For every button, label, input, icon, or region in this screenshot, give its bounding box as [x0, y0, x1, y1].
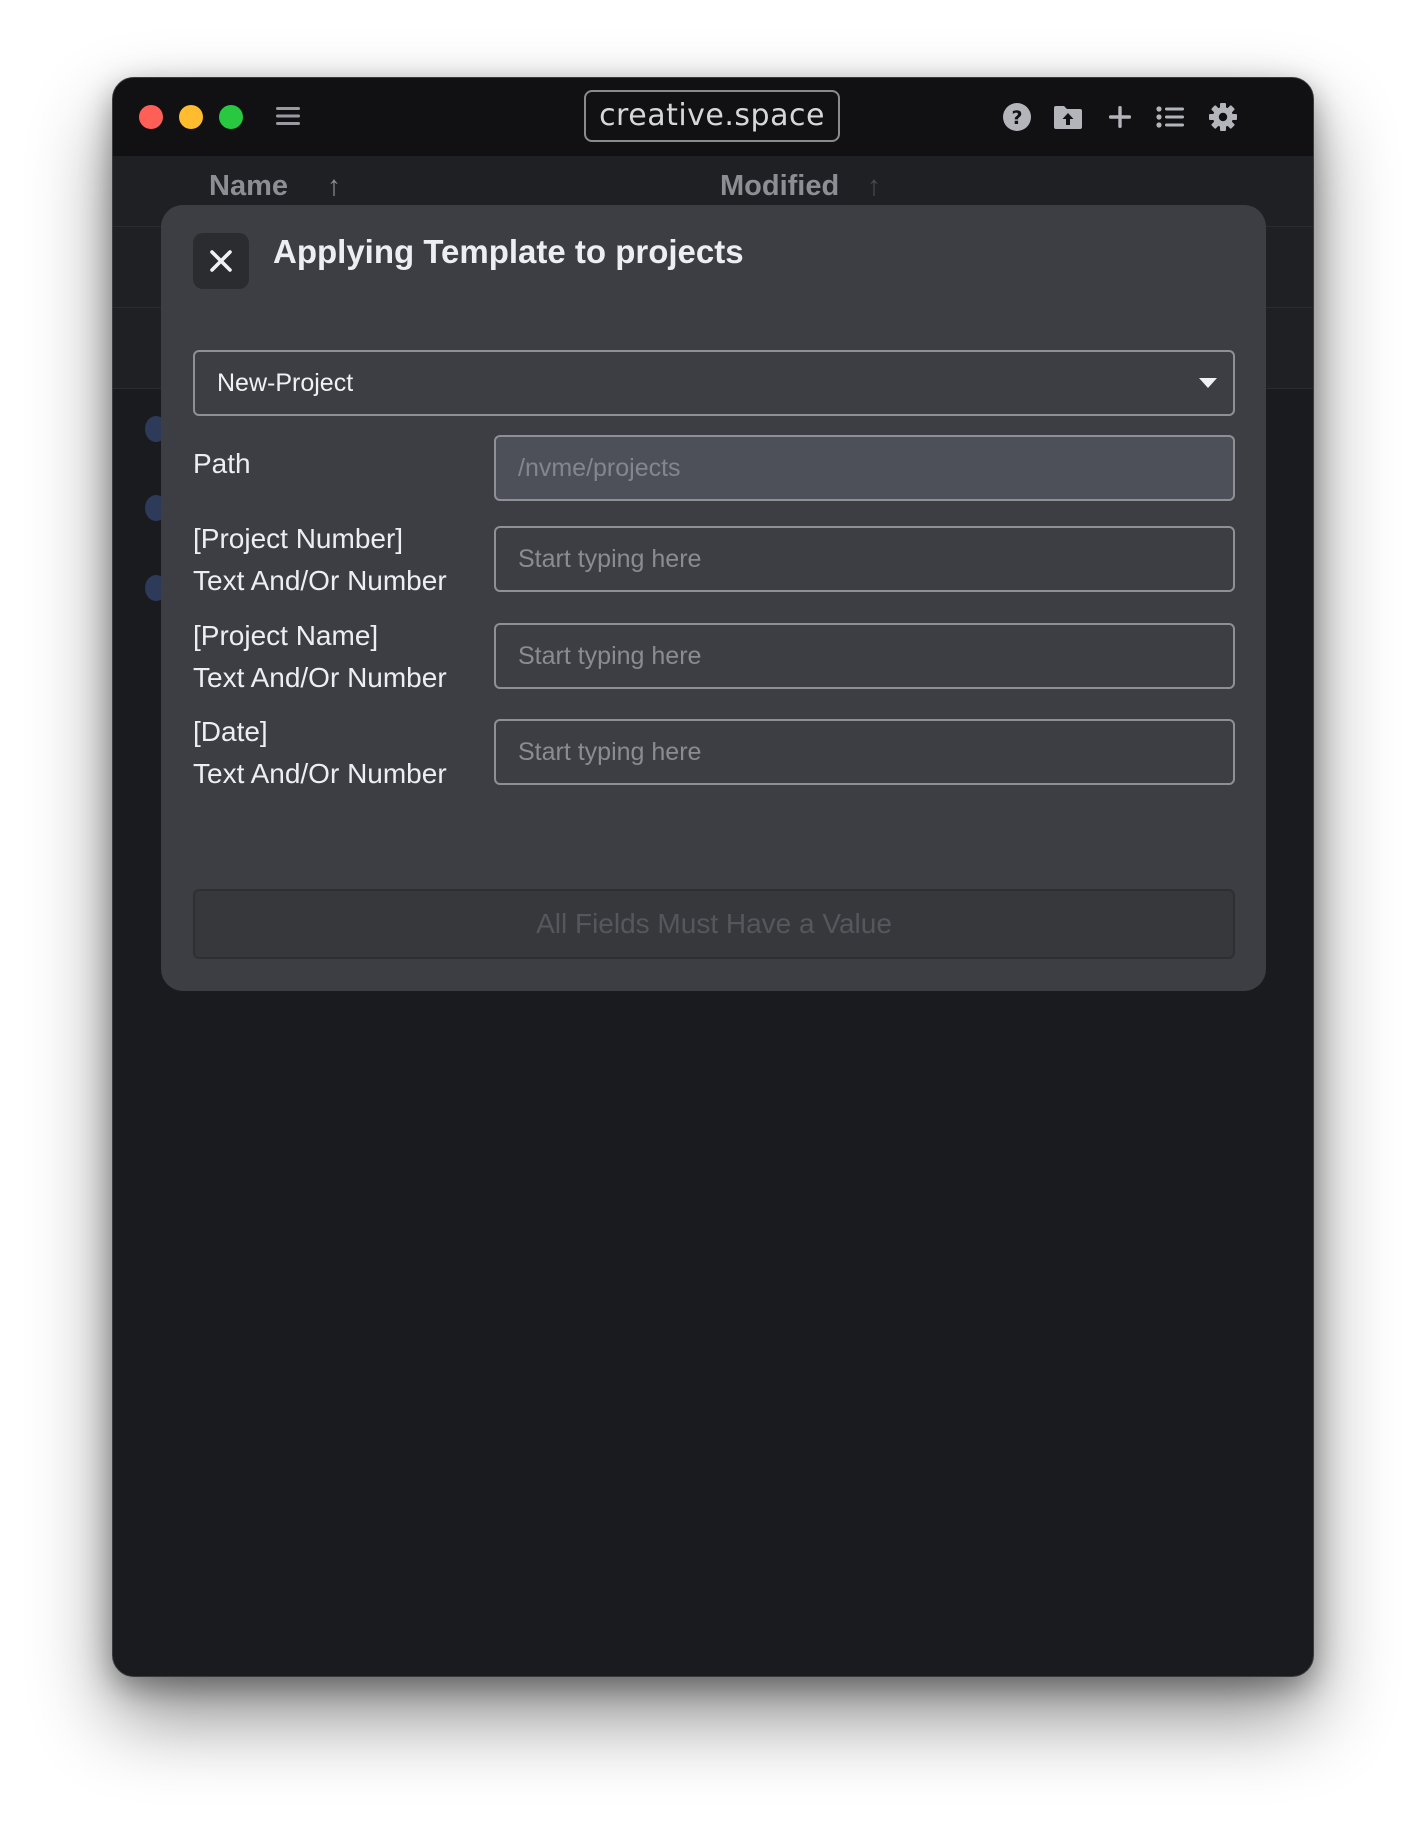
- window-close-button[interactable]: [139, 105, 163, 129]
- modified-column-header[interactable]: Modified: [720, 170, 839, 203]
- date-label-token: [Date]: [193, 716, 268, 747]
- template-select[interactable]: New-Project: [193, 350, 1235, 416]
- apply-template-submit-button[interactable]: All Fields Must Have a Value: [193, 889, 1235, 959]
- close-icon: [210, 250, 232, 272]
- name-column-header[interactable]: Name: [209, 170, 288, 203]
- project-number-label-token: [Project Number]: [193, 523, 404, 554]
- project-name-input[interactable]: [494, 623, 1235, 689]
- apply-template-dialog: Applying Template to projects New-Projec…: [161, 205, 1266, 991]
- date-input[interactable]: [494, 719, 1235, 785]
- dialog-close-button[interactable]: [193, 233, 249, 289]
- caret-down-icon: [1199, 378, 1217, 388]
- window-zoom-button[interactable]: [219, 105, 243, 129]
- path-input: [494, 435, 1235, 501]
- brand-logo: creative.space: [584, 90, 840, 142]
- folder-upload-icon[interactable]: [1052, 101, 1084, 133]
- help-icon[interactable]: ?: [1001, 101, 1033, 133]
- template-select-value: New-Project: [217, 369, 354, 397]
- list-icon[interactable]: [1154, 101, 1186, 133]
- path-label-text: Path: [193, 448, 251, 479]
- project-number-input[interactable]: [494, 526, 1235, 592]
- title-bar: creative.space ?: [113, 78, 1313, 156]
- date-label-hint: Text And/Or Number: [193, 758, 447, 789]
- project-name-label: [Project Name] Text And/Or Number: [193, 615, 447, 699]
- svg-text:?: ?: [1011, 107, 1022, 129]
- sort-ascending-icon[interactable]: ↑: [327, 170, 341, 202]
- project-name-label-hint: Text And/Or Number: [193, 662, 447, 693]
- project-number-label-hint: Text And/Or Number: [193, 565, 447, 596]
- menu-icon[interactable]: [275, 104, 301, 128]
- path-label: Path: [193, 443, 251, 485]
- project-number-label: [Project Number] Text And/Or Number: [193, 518, 447, 602]
- gear-icon[interactable]: [1207, 101, 1239, 133]
- date-label: [Date] Text And/Or Number: [193, 711, 447, 795]
- dialog-title: Applying Template to projects: [273, 233, 744, 270]
- window-minimize-button[interactable]: [179, 105, 203, 129]
- plus-icon[interactable]: [1104, 101, 1136, 133]
- sort-inactive-icon[interactable]: ↑: [867, 170, 881, 202]
- app-window: creative.space ? Name ↑ Modified ↑ Apply…: [112, 77, 1314, 1677]
- project-name-label-token: [Project Name]: [193, 620, 379, 651]
